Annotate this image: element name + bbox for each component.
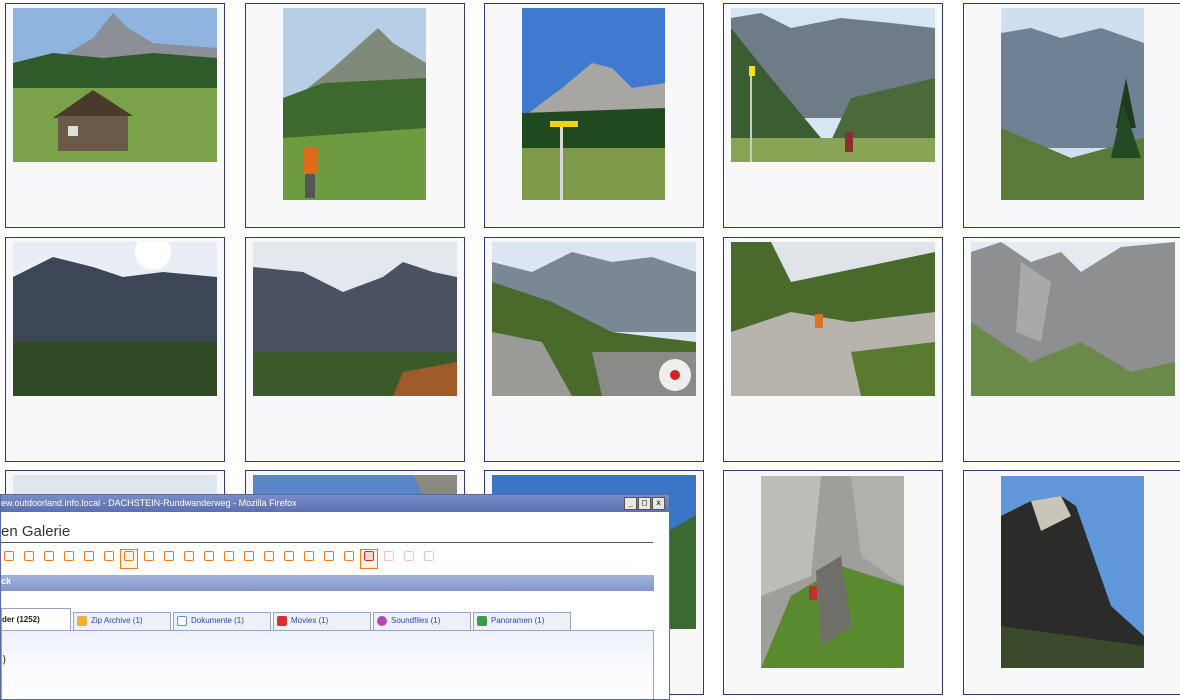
gallery-photo[interactable] — [971, 242, 1175, 396]
section-bar[interactable]: ck — [1, 575, 654, 591]
gallery-photo[interactable] — [13, 242, 217, 396]
toolbar-icon-button-disabled — [401, 550, 417, 568]
tool-icon — [344, 551, 354, 561]
toolbar-icon-button[interactable] — [161, 550, 177, 568]
window-title: ew.outdoorland.info.local - DACHSTEIN-Ru… — [1, 498, 297, 508]
toolbar-icon-button[interactable] — [41, 550, 57, 568]
gallery-tile[interactable] — [245, 237, 465, 462]
tool-icon — [324, 551, 334, 561]
gallery-photo[interactable] — [283, 8, 426, 200]
toolbar-icon-button[interactable] — [281, 550, 297, 568]
toolbar-icon-button-active[interactable] — [120, 549, 138, 569]
toolbar-icon-button[interactable] — [261, 550, 277, 568]
tab-bilder[interactable]: der (1252) — [1, 608, 71, 630]
gallery-photo[interactable] — [13, 8, 217, 162]
toolbar-icon-button[interactable] — [301, 550, 317, 568]
page-title: en Galerie — [1, 523, 71, 540]
gallery-tile[interactable] — [723, 237, 943, 462]
gallery-tile[interactable] — [5, 237, 225, 462]
gallery-photo[interactable] — [1001, 8, 1144, 200]
gallery-tile[interactable] — [723, 470, 943, 695]
gallery-toolbar — [1, 549, 437, 569]
toolbar-icon-button[interactable] — [21, 550, 37, 568]
minimize-button[interactable]: _ — [624, 497, 637, 510]
window-titlebar[interactable]: ew.outdoorland.info.local - DACHSTEIN-Ru… — [1, 495, 669, 512]
zip-icon — [77, 616, 87, 626]
gallery-photo[interactable] — [731, 8, 935, 162]
tool-icon — [44, 551, 54, 561]
toolbar-icon-button[interactable] — [221, 550, 237, 568]
tool-icon — [64, 551, 74, 561]
toolbar-icon-button[interactable] — [61, 550, 77, 568]
gallery-tile[interactable] — [963, 3, 1180, 228]
firefox-popup-window[interactable]: ew.outdoorland.info.local - DACHSTEIN-Ru… — [0, 494, 670, 700]
tool-icon — [364, 551, 374, 561]
tab-dokumente[interactable]: Dokumente (1) — [173, 612, 271, 630]
toolbar-icon-button[interactable] — [241, 550, 257, 568]
gallery-tile[interactable] — [5, 3, 225, 228]
tool-icon — [124, 551, 134, 561]
toolbar-icon-button[interactable] — [1, 550, 17, 568]
document-icon — [177, 616, 187, 626]
toolbar-icon-button[interactable] — [141, 550, 157, 568]
gallery-tile[interactable] — [484, 237, 704, 462]
section-bar-label: ck — [1, 576, 12, 586]
gallery-tile[interactable] — [245, 3, 465, 228]
panel-text: ) — [2, 653, 7, 666]
gallery-photo[interactable] — [1001, 476, 1144, 668]
toolbar-icon-button-selected[interactable] — [360, 549, 378, 569]
tool-icon — [164, 551, 174, 561]
tool-icon — [304, 551, 314, 561]
tool-icon — [84, 551, 94, 561]
toolbar-icon-button[interactable] — [181, 550, 197, 568]
sound-icon — [377, 616, 387, 626]
toolbar-icon-button[interactable] — [81, 550, 97, 568]
toolbar-icon-button-disabled — [381, 550, 397, 568]
tool-icon — [184, 551, 194, 561]
toolbar-icon-button[interactable] — [201, 550, 217, 568]
toolbar-icon-button[interactable] — [341, 550, 357, 568]
panorama-icon — [477, 616, 487, 626]
tool-icon — [384, 551, 394, 561]
tool-icon — [204, 551, 214, 561]
toolbar-icon-button[interactable] — [101, 550, 117, 568]
tab-zip-archive[interactable]: Zip Archive (1) — [73, 612, 171, 630]
close-button[interactable]: x — [652, 497, 665, 510]
toolbar-icon-button[interactable] — [321, 550, 337, 568]
tab-soundfiles[interactable]: Soundfiles (1) — [373, 612, 471, 630]
tab-movies[interactable]: Movies (1) — [273, 612, 371, 630]
tab-panoramen[interactable]: Panoramen (1) — [473, 612, 571, 630]
gallery-photo[interactable] — [253, 242, 457, 396]
tool-icon — [24, 551, 34, 561]
gallery-tile[interactable] — [963, 237, 1180, 462]
tool-icon — [284, 551, 294, 561]
maximize-button[interactable]: □ — [638, 497, 651, 510]
tab-content-panel: ) — [1, 630, 654, 699]
divider — [1, 542, 653, 543]
movie-icon — [277, 616, 287, 626]
tool-icon — [104, 551, 114, 561]
tool-icon — [404, 551, 414, 561]
tool-icon — [144, 551, 154, 561]
gallery-photo[interactable] — [492, 242, 696, 396]
gallery-tile[interactable] — [484, 3, 704, 228]
gallery-tile[interactable] — [723, 3, 943, 228]
tool-icon — [424, 551, 434, 561]
tool-icon — [4, 551, 14, 561]
toolbar-icon-button-disabled — [421, 550, 437, 568]
gallery-photo[interactable] — [761, 476, 904, 668]
tool-icon — [244, 551, 254, 561]
gallery-photo[interactable] — [731, 242, 935, 396]
tool-icon — [264, 551, 274, 561]
gallery-tile[interactable] — [963, 470, 1180, 695]
tool-icon — [224, 551, 234, 561]
gallery-photo[interactable] — [522, 8, 665, 200]
